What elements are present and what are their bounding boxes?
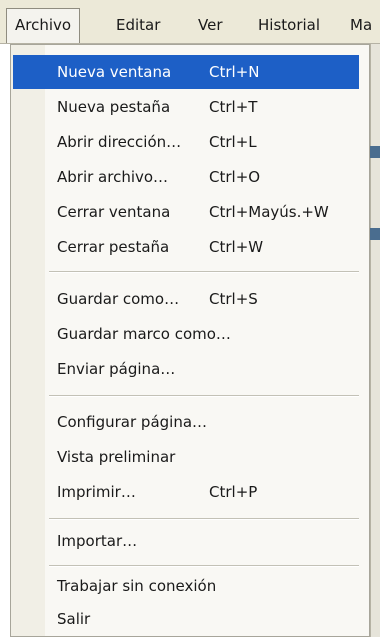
menu-item-vista-preliminar[interactable]: Vista preliminar xyxy=(13,440,359,474)
menu-item-enviar-pagina[interactable]: Enviar página… xyxy=(13,352,359,386)
menu-item-shortcut: Ctrl+L xyxy=(209,133,257,151)
menu-editar[interactable]: Editar xyxy=(108,10,168,40)
menu-item-label: Enviar página… xyxy=(57,360,176,378)
menu-item-label: Trabajar sin conexión xyxy=(57,577,217,595)
menu-item-label: Cerrar ventana xyxy=(57,203,171,221)
menu-item-label: Salir xyxy=(57,610,91,628)
menu-separator xyxy=(49,271,359,273)
menu-item-abrir-archivo[interactable]: Abrir archivo… Ctrl+O xyxy=(13,160,359,194)
menu-item-cerrar-ventana[interactable]: Cerrar ventana Ctrl+Mayús.+W xyxy=(13,195,359,229)
edge-marker xyxy=(370,146,380,158)
menu-item-guardar-marco[interactable]: Guardar marco como… xyxy=(13,317,359,351)
menu-item-shortcut: Ctrl+O xyxy=(209,168,261,186)
menu-item-nueva-ventana[interactable]: Nueva ventana Ctrl+N xyxy=(13,55,359,89)
menu-item-cerrar-pestana[interactable]: Cerrar pestaña Ctrl+W xyxy=(13,230,359,264)
menu-item-abrir-direccion[interactable]: Abrir dirección… Ctrl+L xyxy=(13,125,359,159)
edge-marker xyxy=(370,228,380,240)
menu-item-label: Guardar como… xyxy=(57,290,180,308)
menu-item-trabajar-sin-conexion[interactable]: Trabajar sin conexión xyxy=(13,569,359,603)
menu-item-configurar-pagina[interactable]: Configurar página… xyxy=(13,405,359,439)
menu-item-label: Imprimir… xyxy=(57,483,136,501)
menu-item-guardar-como[interactable]: Guardar como… Ctrl+S xyxy=(13,282,359,316)
menu-separator xyxy=(49,395,359,397)
menu-item-imprimir[interactable]: Imprimir… Ctrl+P xyxy=(13,475,359,509)
menu-ver[interactable]: Ver xyxy=(190,10,231,40)
menu-historial[interactable]: Historial xyxy=(250,10,328,40)
menu-item-importar[interactable]: Importar… xyxy=(13,524,359,558)
menu-separator xyxy=(49,518,359,520)
menu-item-label: Vista preliminar xyxy=(57,448,176,466)
menu-item-label: Configurar página… xyxy=(57,413,208,431)
window-edge xyxy=(370,44,380,637)
menu-item-shortcut: Ctrl+T xyxy=(209,98,258,116)
menu-item-shortcut: Ctrl+W xyxy=(209,238,264,256)
menu-item-shortcut: Ctrl+S xyxy=(209,290,258,308)
menu-bar: Archivo Editar Ver Historial Ma xyxy=(0,0,380,44)
archivo-dropdown-menu: Nueva ventana Ctrl+N Nueva pestaña Ctrl+… xyxy=(10,44,370,637)
menu-item-label: Nueva pestaña xyxy=(57,98,171,116)
menu-item-label: Nueva ventana xyxy=(57,63,172,81)
menu-item-label: Cerrar pestaña xyxy=(57,238,170,256)
menu-item-shortcut: Ctrl+N xyxy=(209,63,260,81)
menu-separator xyxy=(49,565,359,567)
menu-item-label: Abrir dirección… xyxy=(57,133,182,151)
menu-item-nueva-pestana[interactable]: Nueva pestaña Ctrl+T xyxy=(13,90,359,124)
menu-item-salir[interactable]: Salir xyxy=(13,602,359,636)
menu-archivo[interactable]: Archivo xyxy=(6,8,81,43)
menu-item-label: Guardar marco como… xyxy=(57,325,231,343)
menu-item-label: Abrir archivo… xyxy=(57,168,169,186)
menu-item-shortcut: Ctrl+P xyxy=(209,483,258,501)
menu-item-label: Importar… xyxy=(57,532,138,550)
menu-marcadores[interactable]: Ma xyxy=(342,10,380,40)
menu-item-shortcut: Ctrl+Mayús.+W xyxy=(209,203,329,221)
